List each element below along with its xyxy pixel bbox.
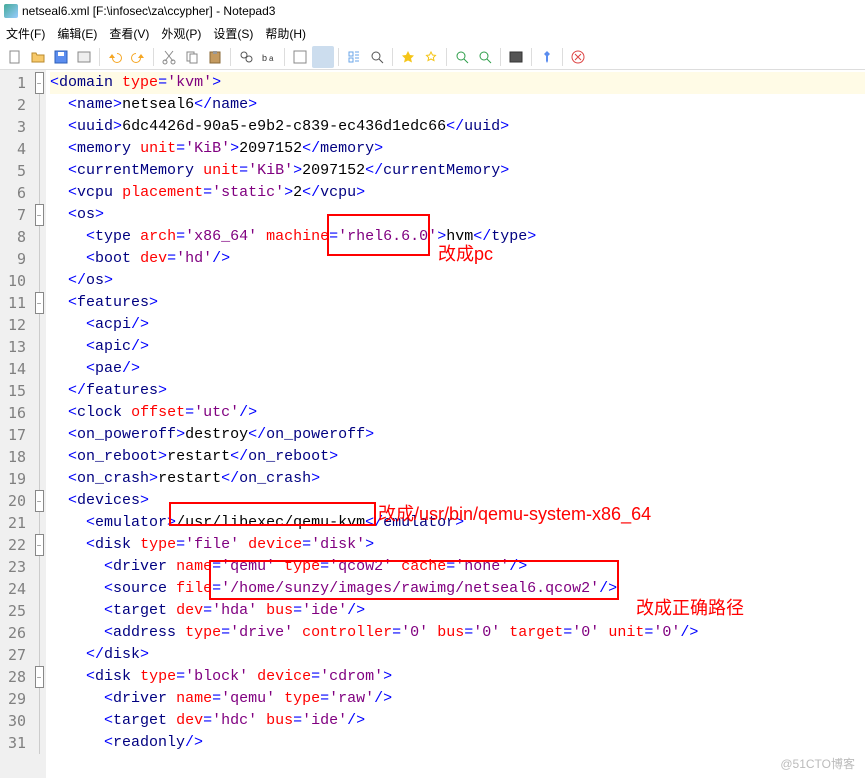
whitespace-icon[interactable] — [312, 46, 334, 68]
indent-guides-icon[interactable] — [343, 46, 365, 68]
menu-view[interactable]: 查看(V) — [109, 25, 149, 42]
code-line[interactable]: <os> — [50, 204, 865, 226]
code-line[interactable]: <driver name='qemu' type='qcow2' cache='… — [50, 556, 865, 578]
code-line[interactable]: <disk type='block' device='cdrom'> — [50, 666, 865, 688]
code-line[interactable]: <memory unit='KiB'>2097152</memory> — [50, 138, 865, 160]
fold-toggle[interactable]: − — [35, 204, 44, 226]
window-title: netseal6.xml [F:\infosec\za\ccypher] - N… — [22, 4, 275, 18]
code-line[interactable]: <currentMemory unit='KiB'>2097152</curre… — [50, 160, 865, 182]
fold-toggle[interactable]: − — [35, 534, 44, 556]
menu-help[interactable]: 帮助(H) — [265, 25, 306, 42]
history-icon[interactable] — [73, 46, 95, 68]
separator — [338, 48, 339, 66]
code-line[interactable]: <apic/> — [50, 336, 865, 358]
fullscreen-icon[interactable] — [505, 46, 527, 68]
code-line[interactable]: <emulator>/usr/libexec/qemu-kvm</emulato… — [50, 512, 865, 534]
code-line[interactable]: <boot dev='hd'/> — [50, 248, 865, 270]
code-line[interactable]: <name>netseal6</name> — [50, 94, 865, 116]
separator — [531, 48, 532, 66]
code-line[interactable]: </disk> — [50, 644, 865, 666]
bookmark-icon[interactable] — [397, 46, 419, 68]
code-line[interactable]: <domain type='kvm'> — [50, 72, 865, 94]
separator — [230, 48, 231, 66]
new-file-icon[interactable] — [4, 46, 26, 68]
code-line[interactable]: <source file='/home/sunzy/images/rawimg/… — [50, 578, 865, 600]
title-bar: netseal6.xml [F:\infosec\za\ccypher] - N… — [0, 0, 865, 22]
fold-toggle[interactable]: − — [35, 666, 44, 688]
code-line[interactable]: <clock offset='utc'/> — [50, 402, 865, 424]
code-line[interactable]: <disk type='file' device='disk'> — [50, 534, 865, 556]
paste-icon[interactable] — [204, 46, 226, 68]
undo-icon[interactable] — [104, 46, 126, 68]
notepad3-app-icon — [4, 4, 18, 18]
code-line[interactable]: <driver name='qemu' type='raw'/> — [50, 688, 865, 710]
code-line[interactable]: </os> — [50, 270, 865, 292]
fold-toggle[interactable]: − — [35, 72, 44, 94]
nav-next-icon[interactable] — [474, 46, 496, 68]
menu-settings[interactable]: 设置(S) — [213, 25, 253, 42]
fold-toggle[interactable]: − — [35, 292, 44, 314]
word-wrap-icon[interactable] — [289, 46, 311, 68]
replace-icon[interactable]: ba — [258, 46, 280, 68]
code-line[interactable]: <address type='drive' controller='0' bus… — [50, 622, 865, 644]
code-line[interactable]: <target dev='hdc' bus='ide'/> — [50, 710, 865, 732]
code-line[interactable]: <devices> — [50, 490, 865, 512]
open-icon[interactable] — [27, 46, 49, 68]
separator — [446, 48, 447, 66]
fold-column: − − − − − − — [32, 70, 46, 778]
nav-prev-icon[interactable] — [451, 46, 473, 68]
code-line[interactable]: <type arch='x86_64' machine='rhel6.6.0'>… — [50, 226, 865, 248]
svg-text:b: b — [262, 53, 267, 63]
code-line[interactable]: <on_crash>restart</on_crash> — [50, 468, 865, 490]
code-line[interactable]: <pae/> — [50, 358, 865, 380]
code-line[interactable]: <features> — [50, 292, 865, 314]
separator — [153, 48, 154, 66]
code-line[interactable]: <on_reboot>restart</on_reboot> — [50, 446, 865, 468]
menu-file[interactable]: 文件(F) — [6, 25, 45, 42]
close-icon[interactable] — [567, 46, 589, 68]
code-line[interactable]: <vcpu placement='static'>2</vcpu> — [50, 182, 865, 204]
fold-toggle[interactable]: − — [35, 490, 44, 512]
separator — [500, 48, 501, 66]
line-number-gutter: 1234567891011121314151617181920212223242… — [0, 70, 32, 778]
watermark: @51CTO博客 — [780, 755, 855, 772]
separator — [562, 48, 563, 66]
menu-edit[interactable]: 编辑(E) — [57, 25, 97, 42]
cut-icon[interactable] — [158, 46, 180, 68]
code-line[interactable]: </features> — [50, 380, 865, 402]
find-icon[interactable] — [235, 46, 257, 68]
code-area[interactable]: 改成pc 改成/usr/bin/qemu-system-x86_64 改成正确路… — [46, 70, 865, 778]
code-line[interactable]: <uuid>6dc4426d-90a5-e9b2-c839-ec436d1edc… — [50, 116, 865, 138]
code-line[interactable]: <acpi/> — [50, 314, 865, 336]
code-line[interactable]: <readonly/> — [50, 732, 865, 754]
menu-bar: 文件(F) 编辑(E) 查看(V) 外观(P) 设置(S) 帮助(H) — [0, 22, 865, 44]
svg-text:a: a — [269, 54, 274, 63]
zoom-icon[interactable] — [366, 46, 388, 68]
pin-icon[interactable] — [536, 46, 558, 68]
copy-icon[interactable] — [181, 46, 203, 68]
code-line[interactable]: <target dev='hda' bus='ide'/> — [50, 600, 865, 622]
save-icon[interactable] — [50, 46, 72, 68]
separator — [392, 48, 393, 66]
editor-area[interactable]: 1234567891011121314151617181920212223242… — [0, 70, 865, 778]
menu-appearance[interactable]: 外观(P) — [161, 25, 201, 42]
code-line[interactable]: <on_poweroff>destroy</on_poweroff> — [50, 424, 865, 446]
bookmark-clear-icon[interactable] — [420, 46, 442, 68]
toolbar: ba — [0, 44, 865, 70]
separator — [99, 48, 100, 66]
redo-icon[interactable] — [127, 46, 149, 68]
separator — [284, 48, 285, 66]
